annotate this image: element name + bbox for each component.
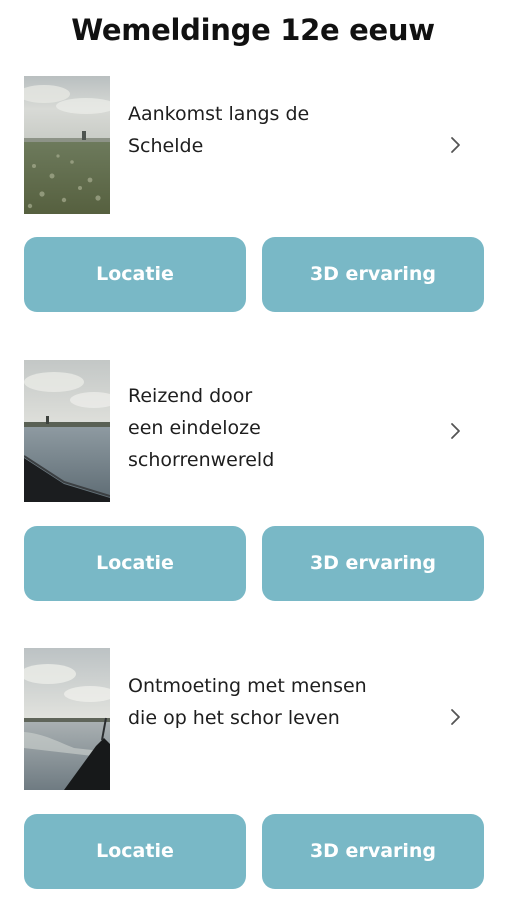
page-title: Wemeldinge 12e eeuw [71,13,435,47]
chevron-right-icon [451,423,460,439]
stop-thumbnail-3 [24,648,110,790]
stop-title-3: Ontmoeting met mensen die op het schor l… [128,675,367,729]
stop-item-2[interactable]: Reizend door een eindeloze schorrenwerel… [24,360,484,502]
location-button-3[interactable]: Locatie [24,814,246,889]
3d-experience-button-2[interactable]: 3D ervaring [262,526,484,601]
chevron-right-icon [451,709,460,725]
stop-item-1[interactable]: Aankomst langs de Schelde [24,76,484,214]
stop-card-1: Aankomst langs de Schelde Locatie 3D erv… [0,76,506,316]
stop-title-2: Reizend door een eindeloze schorrenwerel… [128,385,275,471]
3d-experience-button-1[interactable]: 3D ervaring [262,237,484,312]
chevron-right-icon [451,137,460,153]
location-button-2[interactable]: Locatie [24,526,246,601]
stop-card-2: Reizend door een eindeloze schorrenwerel… [0,360,506,601]
location-button-1[interactable]: Locatie [24,237,246,312]
stop-card-3: Ontmoeting met mensen die op het schor l… [0,648,506,889]
stop-item-3[interactable]: Ontmoeting met mensen die op het schor l… [24,648,484,790]
stop-thumbnail-2 [24,360,110,502]
3d-experience-button-3[interactable]: 3D ervaring [262,814,484,889]
stop-title-1: Aankomst langs de Schelde [128,103,310,157]
stop-thumbnail-1 [24,76,110,214]
